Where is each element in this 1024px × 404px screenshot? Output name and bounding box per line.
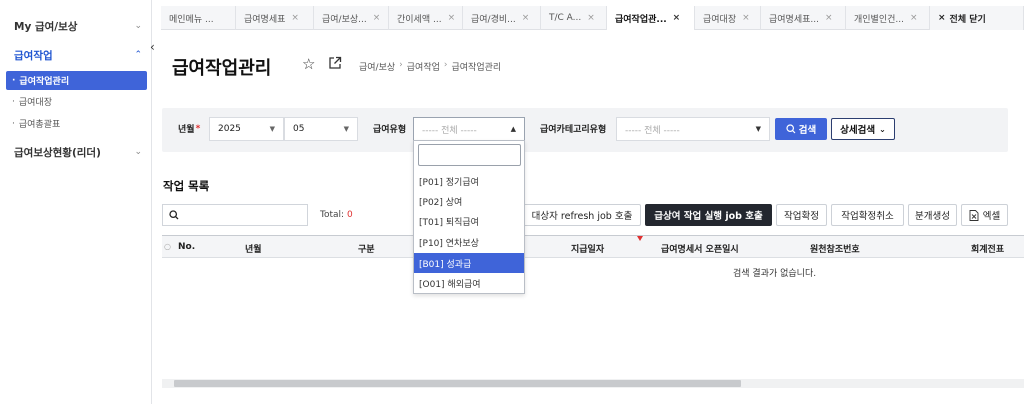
close-icon[interactable]: × (522, 13, 530, 23)
year-month-label: 년월 * (178, 123, 201, 136)
grid-body (162, 258, 1024, 388)
sidebar-item-label: 급여작업관리 (19, 77, 70, 87)
sidebar-group-label: 급여작업 (14, 49, 53, 62)
star-icon[interactable]: ☆ (302, 55, 315, 73)
chevron-up-icon: ⌃ (134, 50, 142, 60)
confirm-work-button[interactable]: 작업확정 (776, 204, 827, 226)
advanced-search-button[interactable]: 상세검색 ⌄ (831, 118, 895, 140)
column-header-no[interactable]: No. (178, 242, 195, 252)
breadcrumb: 급여/보상 › 급여작업 › 급여작업관리 (359, 60, 501, 73)
required-mark: * (195, 123, 201, 134)
tab-pay-expense[interactable]: 급여/경비... × (463, 6, 541, 30)
run-pay-job-button[interactable]: 급상여 작업 실행 job 호출 (645, 204, 772, 226)
column-header-statement-open[interactable]: 급여명세서 오픈일시 (661, 242, 739, 255)
sidebar-item-pay-work-management[interactable]: · 급여작업관리 (6, 71, 147, 90)
chevron-down-icon: ⌄ (134, 21, 142, 31)
create-journal-button[interactable]: 분개생성 (908, 204, 957, 226)
chevron-down-icon: ⌄ (134, 147, 142, 157)
required-marker (637, 236, 643, 241)
cancel-confirm-button[interactable]: 작업확정취소 (831, 204, 904, 226)
close-icon[interactable]: × (587, 13, 595, 23)
tab-pay-work-management[interactable]: 급여작업관... × (607, 6, 695, 30)
work-list-title: 작업 목록 (163, 179, 210, 193)
sidebar: My 급여/보상 ⌄ 급여작업 ⌃ · 급여작업관리 · 급여대장 · 급여총괄… (0, 0, 152, 404)
dropdown-option[interactable]: [T01] 퇴직급여 (414, 211, 524, 231)
refresh-job-button[interactable]: 대상자 refresh job 호출 (523, 204, 641, 226)
column-header-type[interactable]: 구분 (358, 242, 375, 255)
tab-bar: 메인메뉴 ... 급여명세표 × 급여/보상... × 간이세액 ... × 급… (161, 6, 1024, 30)
tab-pay-statement-2[interactable]: 급여명세표... × (761, 6, 846, 30)
close-icon[interactable]: × (448, 13, 456, 23)
sidebar-group-leader-status[interactable]: 급여보상현황(리더) ⌄ (0, 142, 152, 162)
search-icon (786, 124, 796, 134)
column-header-withholding-ref[interactable]: 원천참조번호 (810, 242, 860, 255)
search-button[interactable]: 검색 (775, 118, 827, 140)
tab-pay-statement[interactable]: 급여명세표 × (236, 6, 314, 30)
breadcrumb-separator: › (399, 60, 403, 70)
close-icon[interactable]: × (373, 13, 381, 23)
year-select[interactable]: 2025 ▼ (209, 117, 284, 141)
horizontal-scrollbar[interactable] (174, 380, 741, 387)
sidebar-group-label: 급여보상현황(리더) (14, 146, 101, 159)
close-icon[interactable]: × (742, 13, 750, 23)
close-icon[interactable]: × (910, 13, 918, 23)
chevron-down-icon: ▼ (343, 125, 349, 133)
tab-tc[interactable]: T/C A... × (541, 6, 607, 30)
search-icon (169, 210, 179, 220)
tab-main-menu[interactable]: 메인메뉴 ... (161, 6, 236, 30)
pay-category-label: 급여카테고리유형 (540, 125, 607, 135)
column-header-pay-date[interactable]: 지급일자 (571, 242, 604, 255)
sidebar-item-payroll-summary[interactable]: · 급여총괄표 (6, 114, 147, 133)
chevron-down-icon: ▼ (269, 125, 275, 133)
close-icon[interactable]: × (673, 13, 681, 23)
sidebar-item-payroll-ledger[interactable]: · 급여대장 (6, 92, 147, 111)
page-title: 급여작업관리 (172, 58, 272, 79)
month-select[interactable]: 05 ▼ (284, 117, 358, 141)
dropdown-option[interactable]: [P01] 정기급여 (414, 171, 524, 191)
tab-payroll-ledger[interactable]: 급여대장 × (695, 6, 761, 30)
close-icon[interactable]: × (291, 13, 299, 23)
dropdown-option[interactable]: [P02] 상여 (414, 191, 524, 211)
total-count: Total: 0 (320, 210, 353, 220)
pay-category-select[interactable]: ----- 전체 ----- ▼ (616, 117, 770, 141)
chevron-down-icon: ⌄ (879, 124, 886, 134)
sidebar-item-label: 급여대장 (18, 98, 52, 108)
dropdown-option[interactable]: [O01] 해외급여 (414, 273, 524, 293)
excel-button[interactable]: 엑셀 (961, 204, 1008, 226)
pay-type-select[interactable]: ----- 전체 ----- ▲ (413, 117, 525, 141)
close-icon[interactable]: × (825, 13, 833, 23)
chevron-up-icon: ▲ (510, 125, 516, 133)
close-icon: × (938, 13, 946, 23)
breadcrumb-item[interactable]: 급여작업 (407, 60, 440, 73)
external-link-icon[interactable] (328, 56, 342, 70)
sidebar-item-label: 급여총괄표 (18, 120, 61, 130)
pay-type-label: 급여유형 (373, 125, 407, 135)
breadcrumb-item[interactable]: 급여/보상 (359, 60, 395, 73)
close-all-tabs-button[interactable]: × 전체 닫기 (930, 6, 1024, 30)
column-header-accounting-voucher[interactable]: 회계전표 (971, 242, 1004, 255)
chevron-left-icon[interactable]: ‹ (150, 40, 155, 54)
dropdown-option-highlighted[interactable]: [B01] 성과급 (414, 253, 524, 273)
dropdown-filter-input[interactable] (418, 144, 521, 166)
excel-icon (969, 209, 979, 221)
tab-pay-compensation[interactable]: 급여/보상... × (314, 6, 389, 30)
tab-simple-tax[interactable]: 간이세액 ... × (389, 6, 463, 30)
breadcrumb-item: 급여작업관리 (451, 63, 502, 73)
sidebar-group-my-pay[interactable]: My 급여/보상 ⌄ (0, 16, 152, 36)
breadcrumb-separator: › (443, 60, 448, 70)
chevron-down-icon: ▼ (755, 125, 761, 133)
dropdown-option[interactable]: [P10] 연차보상 (414, 232, 524, 252)
column-header-year-month[interactable]: 년월 (245, 242, 262, 255)
sidebar-group-label: My 급여/보상 (14, 20, 78, 33)
select-all-checkbox[interactable]: ○ (164, 242, 171, 251)
list-search-input[interactable] (162, 204, 308, 226)
sidebar-group-pay-work[interactable]: 급여작업 ⌃ (0, 45, 152, 65)
tab-personal-labor-cost[interactable]: 개인별인건... × (846, 6, 930, 30)
empty-message: 검색 결과가 없습니다. (733, 269, 817, 279)
